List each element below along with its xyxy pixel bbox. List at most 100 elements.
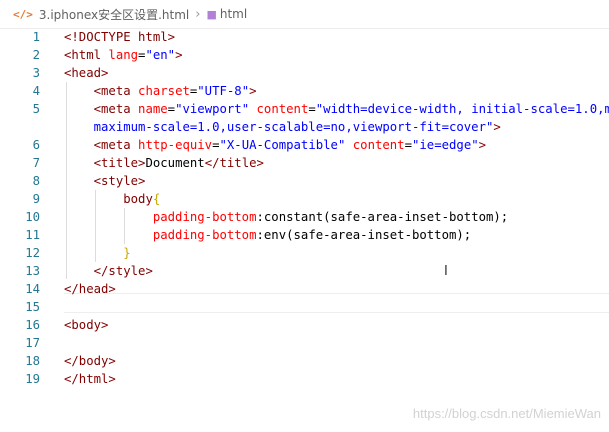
line-number: 8 [32, 174, 40, 188]
code-token: > [478, 138, 487, 152]
code-editor[interactable]: 1 <!DOCTYPE html> 2 <html lang="en"> 3 <head>… [0, 28, 609, 432]
code-token: padding-bottom [152, 210, 257, 224]
code-token: <html [64, 48, 109, 62]
code-line[interactable]: 18 </body> [0, 352, 609, 370]
code-text: <title>Document</title> [64, 154, 264, 172]
code-token: padding-bottom [152, 228, 257, 242]
code-token: = [167, 102, 176, 116]
line-number: 14 [25, 282, 40, 296]
code-text: </body> [64, 352, 116, 370]
code-line[interactable]: 14 </head> [0, 280, 609, 298]
code-text: body{ [64, 190, 160, 208]
code-line[interactable]: 11 padding-bottom:env(safe-area-inset-bo… [0, 226, 609, 244]
code-token: <meta [93, 84, 139, 98]
code-token: "ie=edge" [412, 138, 479, 152]
code-token: </html> [64, 372, 116, 386]
line-number: 3 [32, 66, 40, 80]
line-number: 19 [25, 372, 40, 386]
code-line[interactable]: 1 <!DOCTYPE html> [0, 28, 609, 46]
code-token: </style> [93, 264, 153, 278]
code-text: <meta charset="UTF-8"> [64, 82, 257, 100]
code-token: content [352, 138, 405, 152]
code-token: > [175, 48, 183, 62]
breadcrumb-file[interactable]: 3.iphonex安全区设置.html [39, 6, 189, 23]
code-text: <html lang="en"> [64, 46, 182, 64]
code-token: "UTF-8" [197, 84, 250, 98]
code-token: "X-UA-Compatible" [219, 138, 346, 152]
code-text: maximum-scale=1.0,user-scalable=no,viewp… [64, 118, 501, 136]
code-line[interactable]: 5 <meta name="viewport" content="width=d… [0, 100, 609, 118]
line-number: 17 [25, 336, 40, 350]
line-number: 13 [25, 264, 40, 278]
code-line[interactable]: 2 <html lang="en"> [0, 46, 609, 64]
code-token: content [256, 102, 309, 116]
code-token: </head> [64, 282, 116, 296]
code-token: <title> [93, 156, 146, 170]
code-token: = [308, 102, 316, 116]
code-text: padding-bottom:constant(safe-area-inset-… [64, 208, 508, 226]
code-token: "viewport" [175, 102, 250, 116]
code-token: = [404, 138, 412, 152]
code-token: charset [138, 84, 190, 98]
code-token: body [123, 192, 153, 206]
code-token: > [493, 120, 501, 134]
line-number: 1 [32, 30, 40, 44]
code-token: lang [108, 48, 139, 62]
breadcrumb-node[interactable]: html [220, 7, 247, 21]
code-token: > [249, 84, 257, 98]
line-number: 7 [32, 156, 40, 170]
code-token: maximum-scale=1.0,user-scalable=no,viewp… [64, 120, 494, 134]
line-number: 4 [32, 84, 40, 98]
code-line[interactable]: 13 </style> [0, 262, 609, 280]
code-text: <style> [64, 172, 146, 190]
code-text: <meta name="viewport" content="width=dev… [64, 100, 609, 118]
code-line[interactable]: 7 <title>Document</title> [0, 154, 609, 172]
code-line[interactable]: 17 [0, 334, 609, 352]
code-text: </head> [64, 280, 116, 298]
code-line[interactable]: 12 } [0, 244, 609, 262]
code-token: } [123, 246, 131, 260]
code-text: <meta http-equiv="X-UA-Compatible" conte… [64, 136, 486, 154]
code-token: Document [145, 156, 205, 170]
line-number: 6 [32, 138, 40, 152]
code-token: name [138, 102, 168, 116]
code-token: = [212, 138, 220, 152]
code-token: <!DOCTYPE html> [64, 30, 176, 44]
text-cursor-icon: I [444, 264, 448, 279]
code-token: </body> [64, 354, 116, 368]
code-text: } [64, 244, 131, 262]
code-text: <body> [64, 316, 108, 334]
line-number: 2 [32, 48, 40, 62]
code-line[interactable]: 3 <head> [0, 64, 609, 82]
code-line[interactable]: 9 body{ [0, 190, 609, 208]
code-line[interactable]: 16 <body> [0, 316, 609, 334]
code-line[interactable]: 6 <meta http-equiv="X-UA-Compatible" con… [0, 136, 609, 154]
code-token: "en" [145, 48, 176, 62]
line-number: 11 [25, 228, 40, 242]
code-line[interactable]: 15 [0, 298, 609, 316]
code-text: <head> [64, 64, 108, 82]
line-number: 10 [25, 210, 40, 224]
code-line[interactable]: maximum-scale=1.0,user-scalable=no,viewp… [0, 118, 609, 136]
code-line[interactable]: 19 </html> [0, 370, 609, 388]
code-token: <meta [93, 102, 139, 116]
line-number: 5 [32, 102, 40, 116]
line-number: 12 [25, 246, 40, 260]
line-number: 9 [32, 192, 40, 206]
code-token: <body> [64, 318, 109, 332]
code-line[interactable]: 8 <style> [0, 172, 609, 190]
html-file-icon: </> [13, 7, 33, 21]
code-text: </style> [64, 262, 153, 280]
code-line[interactable]: 10 padding-bottom:constant(safe-area-ins… [0, 208, 609, 226]
code-line[interactable]: 4 <meta charset="UTF-8"> [0, 82, 609, 100]
